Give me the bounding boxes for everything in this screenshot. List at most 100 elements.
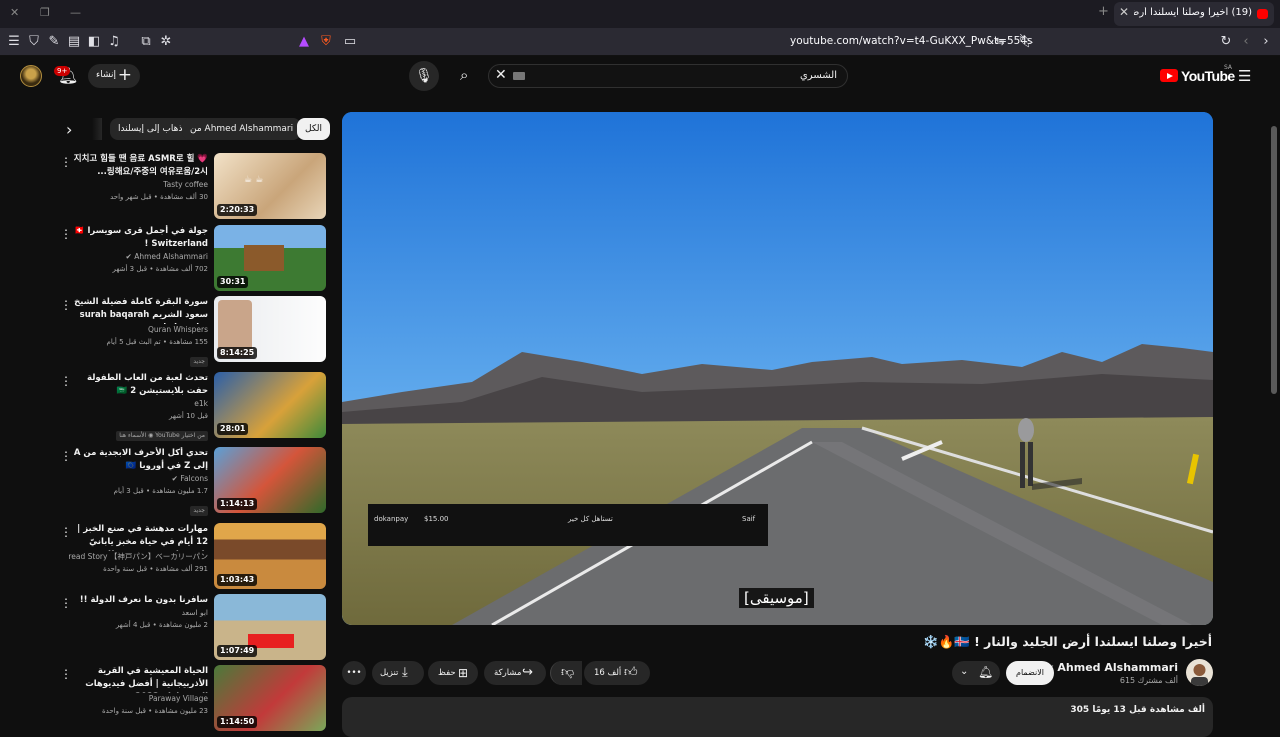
video-thumbnail[interactable]: 8:14:25 — [214, 296, 326, 362]
forward-icon[interactable]: ‹ — [1238, 34, 1254, 50]
video-player[interactable] — [342, 112, 1213, 625]
window-close-icon[interactable]: ✕ — [10, 6, 19, 19]
screenshot-icon[interactable]: ⧉ — [138, 34, 154, 50]
video-thumbnail[interactable]: 1:14:13 — [214, 447, 326, 513]
channel-name: Quran Whispers — [148, 325, 208, 334]
window-maximize-icon[interactable]: ❐ — [40, 6, 50, 19]
chip-all[interactable]: الكل — [297, 118, 331, 140]
video-title: أخيرا وصلنا ايسلندا أرض الجليد والنار ! … — [923, 634, 1212, 649]
related-video[interactable]: 8:14:25 سورة البقرة كاملة فضيلة الشيخ سع… — [56, 296, 326, 367]
aria-icon[interactable]: ▲ — [296, 34, 312, 50]
window-minimize-icon[interactable]: — — [70, 6, 81, 19]
video-duration: 8:14:25 — [217, 347, 258, 359]
more-actions-button[interactable]: ••• — [342, 661, 366, 685]
menu-icon[interactable]: ☰ — [6, 34, 22, 50]
extensions-icon[interactable]: ✎ — [46, 34, 62, 50]
chips-next-icon[interactable]: › — [66, 120, 72, 139]
save-button[interactable]: ⊞ حفظ — [428, 661, 478, 685]
shield-icon[interactable]: ⛉ — [26, 34, 42, 50]
create-label: إنشاء — [96, 70, 117, 80]
plus-icon: + — [117, 65, 132, 85]
related-video[interactable]: 1:14:50 الحياة المعيشية في القرية الأذرب… — [56, 665, 326, 731]
description-box[interactable]: 305 ألف مشاهدة قبل 13 يومًا — [342, 697, 1213, 737]
sidebar-icon[interactable]: ◧ — [86, 34, 102, 50]
music-icon[interactable]: ♫ — [106, 34, 122, 50]
scrollbar-thumb[interactable] — [1271, 126, 1277, 394]
video-duration: 1:14:50 — [217, 716, 258, 728]
back-icon[interactable]: › — [1258, 34, 1274, 50]
chip-from-channel[interactable]: من Ahmed Alshammari — [182, 118, 302, 140]
video-info: الحياة المعيشية في القرية الأذربيجانية |… — [68, 665, 208, 717]
history-icon[interactable]: ▤ — [66, 34, 82, 50]
like-button[interactable]: 👍︎ 16 ألف — [584, 661, 650, 685]
video-meta: 2 مليون مشاهدة • قبل 4 أشهر — [115, 621, 208, 629]
channel-name: Tasty coffee — [163, 180, 208, 189]
more-icon[interactable]: ⋮ — [60, 667, 72, 681]
video-thumbnail[interactable]: ☕ ☕ 2:20:33 — [214, 153, 326, 219]
more-icon[interactable]: ⋮ — [60, 596, 72, 610]
channel-name[interactable]: ✔ Ahmed Alshammari — [1047, 661, 1178, 674]
related-video[interactable]: 1:14:13 تحدي أكل الأحرف الابجدية من A إل… — [56, 447, 326, 516]
ad-overlay[interactable]: dokanpay $15.00 تستاهل كل خير Saif — [368, 504, 768, 546]
new-tab-button[interactable]: + — [1098, 4, 1109, 19]
like-icon: 👍︎ — [624, 665, 638, 680]
related-video[interactable]: 1:03:43 مهارات مدهشة في صنع الخبز | 12 أ… — [56, 523, 326, 589]
guide-menu-icon[interactable]: ☰ — [1238, 67, 1251, 85]
browser-tab[interactable]: (19) أخيرا وصلنا ايسلندا أرض الجليد ✕ — [1114, 2, 1274, 26]
share-label: مشاركة — [494, 668, 522, 678]
scrollbar[interactable] — [1268, 56, 1280, 720]
related-video[interactable]: ☕ ☕ 2:20:33 💗 지치고 힘들 땐 음료 ASMR로 힐링해요/주중의… — [56, 153, 326, 219]
more-icon[interactable]: ⋮ — [60, 525, 72, 539]
video-meta: 30 ألف مشاهدة • قبل شهر واحد — [110, 193, 208, 201]
bookmark-icon[interactable]: 🔖︎ — [1018, 34, 1035, 50]
like-count: 16 ألف — [594, 668, 622, 678]
clear-search-icon[interactable]: ✕ — [495, 67, 507, 83]
tab-title: (19) أخيرا وصلنا ايسلندا أرض الجليد — [1134, 7, 1252, 18]
related-video[interactable]: 1:07:49 سافرنا بدون ما نعرف الدولة !! اب… — [56, 594, 326, 660]
create-button[interactable]: + إنشاء — [88, 64, 140, 88]
reader-mode-icon[interactable]: ▭ — [342, 34, 358, 50]
browser-title-bar: ✕ ❐ — + (19) أخيرا وصلنا ايسلندا أرض الج… — [0, 0, 1280, 28]
dislike-button[interactable]: 👎︎ — [550, 661, 582, 685]
notification-badge: 9+ — [54, 66, 71, 76]
video-thumbnail[interactable]: 1:14:50 — [214, 665, 326, 731]
related-video[interactable]: 28:01 تحدث لعبة من العاب الطفولة حفت بلا… — [56, 372, 326, 441]
search-icon[interactable]: ⌕ — [460, 66, 468, 84]
chevron-down-icon: ⌄ — [960, 666, 969, 677]
share-button[interactable]: ↪ مشاركة — [484, 661, 546, 685]
more-icon[interactable]: ⋮ — [60, 374, 72, 388]
video-thumbnail[interactable]: 1:03:43 — [214, 523, 326, 589]
video-duration: 1:07:49 — [217, 645, 258, 657]
puzzle-icon[interactable]: ✲ — [158, 34, 174, 50]
video-thumbnail[interactable]: 1:07:49 — [214, 594, 326, 660]
join-button[interactable]: الانضمام — [1006, 661, 1054, 685]
video-thumbnail[interactable]: 28:01 — [214, 372, 326, 438]
video-title: سافرنا بدون ما نعرف الدولة !! — [79, 595, 208, 605]
channel-name: Bread Story 【神戸パン】ベーカリーパン — [68, 552, 208, 561]
more-icon[interactable]: ⋮ — [60, 298, 72, 312]
video-thumbnail[interactable]: 30:31 — [214, 225, 326, 291]
channel-avatar[interactable] — [1186, 659, 1213, 686]
video-caption: [موسيقى] — [739, 588, 814, 608]
search-input[interactable]: ✕ الشسري — [488, 64, 848, 88]
video-info: سافرنا بدون ما نعرف الدولة !! ابو اسعد 2… — [68, 594, 208, 631]
bell-icon: 🔔︎ — [978, 665, 994, 679]
dislike-icon: 👎︎ — [561, 665, 575, 680]
keyboard-icon[interactable] — [513, 72, 525, 80]
account-avatar[interactable] — [20, 65, 42, 87]
download-button[interactable]: ⤓ تنزيل — [372, 661, 424, 685]
more-icon[interactable]: ⋮ — [60, 449, 72, 463]
tab-close-button[interactable]: ✕ — [1119, 5, 1129, 19]
translate-icon[interactable]: ⇆ — [992, 34, 1008, 50]
more-icon[interactable]: ⋮ — [60, 155, 72, 169]
video-duration: 2:20:33 — [217, 204, 258, 216]
subscribed-button[interactable]: 🔔︎ ⌄ — [952, 661, 1000, 685]
brave-shield-icon[interactable]: ⛨ — [318, 34, 334, 50]
subscriber-count: 615 ألف مشترك — [1119, 676, 1178, 685]
mic-icon[interactable]: 🎙︎ — [409, 61, 439, 91]
more-icon[interactable]: ⋮ — [60, 227, 72, 241]
video-duration: 1:14:13 — [217, 498, 258, 510]
related-video[interactable]: 30:31 جولة في أجمل قرى سويسرا 🇨🇭 ! Switz… — [56, 225, 326, 291]
video-info: 💗 지치고 힘들 땐 음료 ASMR로 힐링해요/주중의 여유로움/2시... … — [68, 153, 208, 203]
reload-icon[interactable]: ↻ — [1218, 34, 1234, 50]
